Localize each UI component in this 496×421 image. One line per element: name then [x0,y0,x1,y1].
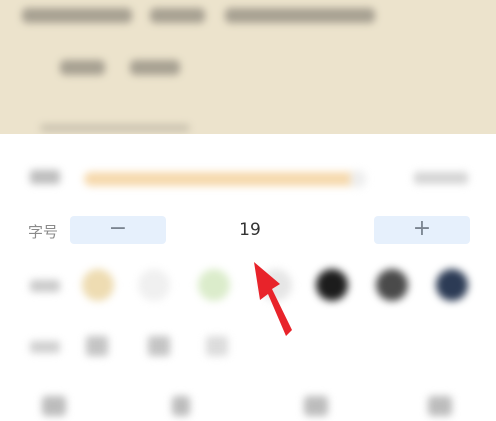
blurred-text-line [60,60,105,75]
brightness-slider[interactable] [84,172,360,186]
font-size-increase-button[interactable]: + [374,216,470,244]
spacing-medium-icon[interactable] [148,336,170,356]
spacing-loose-icon[interactable] [206,336,228,356]
blurred-text-line [225,8,375,23]
background-swatch-black[interactable] [316,269,348,301]
blurred-text-line [150,8,205,23]
brightness-slider-handle[interactable] [350,170,366,188]
reader-settings-panel: 字号 − 19 + [0,134,496,421]
background-swatch-navy[interactable] [436,269,468,301]
toolbar-icon[interactable] [42,396,66,416]
spacing-tight-icon[interactable] [86,336,108,356]
background-swatch-light-green[interactable] [198,269,230,301]
line-spacing-label [30,341,60,353]
reader-page-background [0,0,496,134]
toolbar-icon[interactable] [172,396,190,416]
minus-icon: − [108,216,128,241]
plus-icon: + [412,216,432,241]
toolbar-icon[interactable] [428,396,452,416]
background-label [30,280,60,292]
toolbar-icon[interactable] [304,396,328,416]
font-size-decrease-button[interactable]: − [70,216,166,244]
blurred-text-line [130,60,180,75]
background-swatch-dark-gray[interactable] [376,269,408,301]
blurred-text-line [40,124,190,132]
blurred-text-line [22,8,132,23]
background-swatch-beige[interactable] [82,269,114,301]
system-brightness-toggle[interactable] [414,172,468,184]
background-swatch-pale-gray[interactable] [260,269,292,301]
background-swatch-light-gray[interactable] [138,269,170,301]
brightness-label [30,170,60,184]
font-size-label: 字号 [28,223,59,241]
font-size-value: 19 [239,220,261,240]
